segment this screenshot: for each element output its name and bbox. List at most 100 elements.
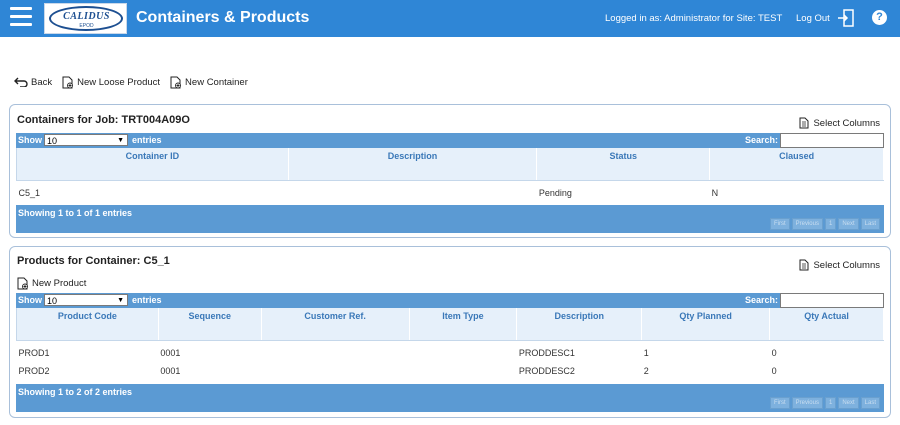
- containers-title: Containers for Job: TRT004A09O: [17, 114, 190, 126]
- table-info: Showing 1 to 1 of 1 entries: [18, 208, 133, 218]
- select-columns-label: Select Columns: [813, 117, 880, 129]
- top-bar: CALIDUS EPOD Containers & Products Logge…: [0, 0, 900, 37]
- column-header-qty-planned[interactable]: Qty Planned: [641, 308, 771, 324]
- pager-page-1[interactable]: 1: [824, 397, 837, 409]
- back-button[interactable]: Back: [14, 77, 52, 88]
- show-label: Show: [18, 135, 42, 145]
- cell-customer-ref: [261, 362, 409, 380]
- new-document-icon: [170, 76, 181, 88]
- pager-page-1[interactable]: 1: [824, 218, 837, 230]
- back-label: Back: [31, 76, 53, 88]
- select-columns-button[interactable]: Select Columns: [799, 259, 880, 271]
- page-length-select[interactable]: 10 ▼: [44, 134, 128, 146]
- products-title: Products for Container: C5_1: [17, 255, 170, 267]
- page-length-select[interactable]: 10 ▼: [44, 294, 128, 306]
- pagination: First Previous 1 Next Last: [768, 397, 880, 409]
- column-filter[interactable]: [157, 324, 262, 341]
- select-columns-label: Select Columns: [813, 259, 880, 271]
- search-input[interactable]: [780, 293, 884, 308]
- pager-last[interactable]: Last: [860, 218, 880, 230]
- cell-customer-ref: [261, 344, 409, 362]
- cell-claused: N: [711, 188, 719, 198]
- new-document-icon: [62, 76, 74, 88]
- page-title: Containers & Products: [136, 9, 310, 26]
- menu-icon[interactable]: [10, 7, 32, 27]
- column-header-customer-ref[interactable]: Customer Ref.: [260, 308, 410, 324]
- logout-icon[interactable]: [837, 9, 855, 27]
- table-controls: Show 10 ▼ entries Search:: [16, 293, 884, 308]
- new-document-icon: [17, 277, 28, 290]
- column-header-status[interactable]: Status: [536, 148, 711, 164]
- document-icon: [799, 259, 809, 271]
- column-filter[interactable]: [641, 324, 771, 341]
- column-filter[interactable]: [287, 164, 538, 181]
- column-filter[interactable]: [260, 324, 410, 341]
- cell-sequence: 0001: [160, 348, 181, 358]
- column-header-description[interactable]: Description: [516, 308, 643, 324]
- new-container-button[interactable]: New Container: [170, 76, 248, 89]
- products-table: Product Code Sequence Customer Ref. Item…: [16, 308, 884, 380]
- pager-next[interactable]: Next: [838, 218, 859, 230]
- new-loose-product-button[interactable]: New Loose Product: [62, 76, 160, 89]
- table-row[interactable]: C5_1 Pending N: [17, 184, 884, 202]
- search-label: Search:: [744, 135, 778, 145]
- new-product-button[interactable]: New Product: [17, 277, 86, 290]
- logout-link[interactable]: Log Out: [796, 13, 830, 24]
- logo[interactable]: CALIDUS EPOD: [44, 3, 127, 34]
- column-filter[interactable]: [516, 324, 643, 341]
- column-header-item-type[interactable]: Item Type: [408, 308, 518, 324]
- column-filter[interactable]: [769, 324, 884, 341]
- entries-label: entries: [132, 135, 162, 145]
- help-icon[interactable]: ?: [872, 10, 887, 25]
- cell-item-type: [409, 344, 517, 362]
- pager-previous[interactable]: Previous: [791, 397, 823, 409]
- column-header-qty-actual[interactable]: Qty Actual: [769, 308, 884, 324]
- cell-container-id: C5_1: [18, 188, 41, 198]
- chevron-down-icon: ▼: [117, 297, 124, 304]
- containers-panel: Containers for Job: TRT004A09O Select Co…: [9, 104, 891, 238]
- action-toolbar: Back New Loose Product New Container: [14, 74, 258, 90]
- cell-qty-actual: 0: [771, 348, 777, 358]
- column-filter[interactable]: [16, 164, 289, 181]
- document-icon: [799, 117, 809, 129]
- column-filter[interactable]: [16, 324, 159, 341]
- new-container-label: New Container: [185, 76, 248, 88]
- page-length-value: 10: [47, 136, 58, 146]
- login-info: Logged in as: Administrator for Site: TE…: [605, 13, 783, 24]
- entries-label: entries: [132, 295, 162, 305]
- column-header-description[interactable]: Description: [287, 148, 538, 164]
- cell-qty-planned: 1: [643, 348, 649, 358]
- chevron-down-icon: ▼: [117, 137, 124, 144]
- table-footer: Showing 1 to 1 of 1 entries First Previo…: [16, 205, 884, 233]
- pagination: First Previous 1 Next Last: [768, 218, 880, 230]
- pager-last[interactable]: Last: [860, 397, 880, 409]
- column-filter[interactable]: [536, 164, 711, 181]
- cell-qty-planned: 2: [643, 366, 649, 376]
- table-row[interactable]: PROD2 0001 PRODDESC2 2 0: [17, 362, 884, 380]
- cell-sequence: 0001: [160, 366, 181, 376]
- page-length-value: 10: [47, 296, 58, 306]
- column-header-container-id[interactable]: Container ID: [16, 148, 289, 164]
- column-header-sequence[interactable]: Sequence: [157, 308, 262, 324]
- column-header-claused[interactable]: Claused: [709, 148, 884, 164]
- column-filter[interactable]: [709, 164, 884, 181]
- pager-next[interactable]: Next: [838, 397, 859, 409]
- search-label: Search:: [744, 295, 778, 305]
- logo-subtext: EPOD: [79, 23, 94, 29]
- column-header-product-code[interactable]: Product Code: [16, 308, 159, 324]
- cell-description: [288, 184, 537, 202]
- new-loose-product-label: New Loose Product: [77, 76, 161, 88]
- search-input[interactable]: [780, 133, 884, 148]
- pager-first[interactable]: First: [769, 397, 790, 409]
- select-columns-button[interactable]: Select Columns: [799, 117, 880, 129]
- column-filter[interactable]: [408, 324, 518, 341]
- cell-item-type: [409, 362, 517, 380]
- cell-qty-actual: 0: [771, 366, 777, 376]
- pager-previous[interactable]: Previous: [791, 218, 823, 230]
- cell-description: PRODDESC1: [518, 348, 575, 358]
- table-footer: Showing 1 to 2 of 2 entries First Previo…: [16, 384, 884, 412]
- table-row[interactable]: PROD1 0001 PRODDESC1 1 0: [17, 344, 884, 362]
- table-controls: Show 10 ▼ entries Search:: [16, 133, 884, 148]
- cell-description: PRODDESC2: [518, 366, 575, 376]
- pager-first[interactable]: First: [769, 218, 790, 230]
